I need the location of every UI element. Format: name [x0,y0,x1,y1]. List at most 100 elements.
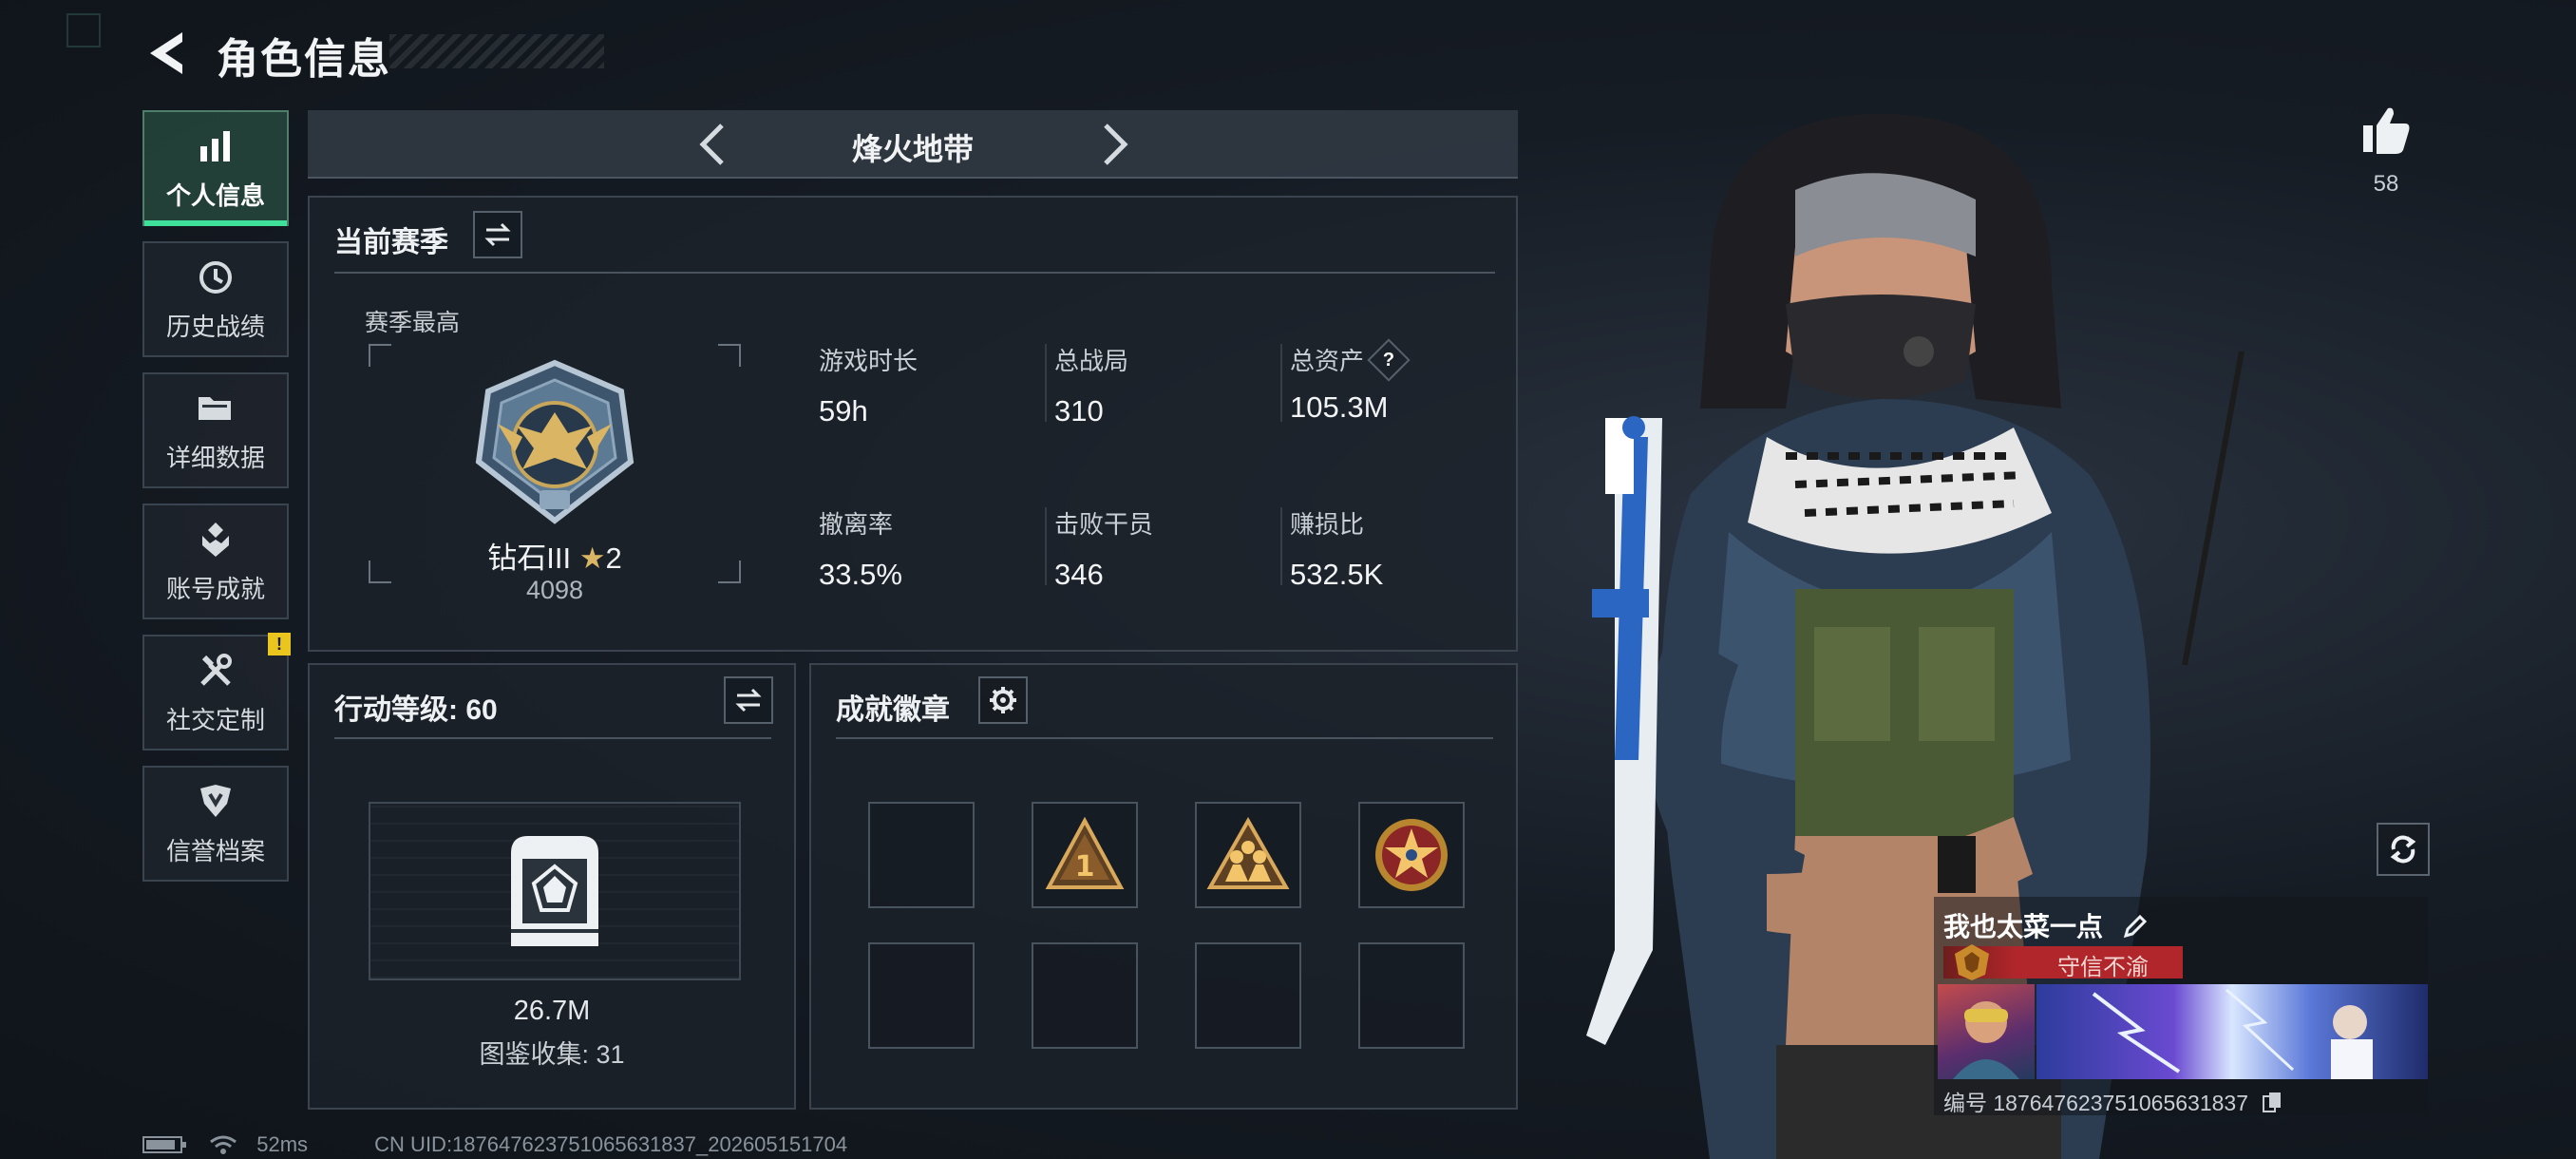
stat-label: 总战局 [1054,347,1129,375]
help-button[interactable]: ? [1367,337,1411,382]
action-level-title: 行动等级: 60 [334,694,498,726]
status-bar: 52ms CN UID:187647623751065631837_202605… [142,1132,847,1157]
swap-icon [735,688,762,712]
stat-separator [1280,507,1282,585]
shield-emblem-icon [200,784,231,817]
badge-slot-empty[interactable] [868,802,975,908]
like-button[interactable] [2359,103,2413,156]
swap-icon [484,222,511,247]
stat-separator [1045,344,1047,422]
stat-total-matches: 总战局 310 [1054,342,1128,428]
stat-total-assets: 总资产 ? 105.3M [1290,337,1411,425]
sidebar-item-label: 信誉档案 [165,836,265,865]
back-button[interactable] [141,25,190,82]
stat-value: 310 [1054,394,1104,428]
sidebar-item-label: 账号成就 [165,574,265,603]
stat-label: 总资产 [1290,347,1365,375]
sidebar-item-detail-data[interactable]: 详细数据 [142,372,289,488]
collection-display[interactable] [369,802,741,980]
stat-value: 33.5% [819,558,902,591]
sidebar-item-credit-record[interactable]: 信誉档案 [142,766,289,882]
sidebar-item-label: 个人信息 [165,180,265,210]
diamond-rank-emblem-icon [475,359,635,524]
stat-value: 105.3M [1290,390,1389,424]
player-title-ribbon: 守信不渝 [1943,944,2183,980]
player-title: 守信不渝 [2057,955,2149,980]
player-name: 我也太菜一点 [1943,906,2149,944]
switch-season-button[interactable] [473,211,522,258]
battery-icon [142,1136,186,1153]
stat-profit-loss-ratio: 赚损比 532.5K [1290,505,1383,592]
stat-separator [1280,344,1282,422]
sidebar-item-label: 社交定制 [165,705,265,734]
edit-icon[interactable] [2122,913,2149,940]
avatar-portrait-icon [1953,1001,2019,1079]
name-card-banner[interactable] [2036,984,2428,1079]
sidebar-item-label: 历史战绩 [165,312,265,341]
star-icon: ★ [578,542,606,575]
title-stripe-decoration [389,34,604,68]
rank-display: 钻石III ★2 4098 [369,344,741,604]
rank-title: 钻石III ★2 [369,534,741,577]
divider [334,737,771,739]
rank-points: 4098 [525,576,584,604]
notification-badge: ! [268,633,291,656]
season-best-label: 赛季最高 [365,310,461,336]
asset-value: 26.7M [513,996,591,1026]
player-uid-text: 编号 187647623751065631837 [1943,1091,2249,1115]
stat-extraction-rate: 撤离率 33.5% [819,505,902,592]
stat-operators-defeated: 击败干员 346 [1054,505,1153,592]
sidebar-item-history[interactable]: 历史战绩 [142,241,289,357]
ping: 52ms [256,1132,309,1156]
stat-play-time: 游戏时长 59h [819,342,918,428]
svg-text:1: 1 [1075,850,1095,884]
tools-icon [200,653,232,686]
sidebar-item-personal-info[interactable]: 个人信息 [142,110,289,226]
stat-label-row: 总资产 ? [1290,337,1411,382]
badge-slot-empty[interactable] [868,942,975,1049]
stat-value: 532.5K [1290,558,1384,591]
lightning-banner-icon [2092,988,2373,1079]
refresh-icon [2390,835,2416,864]
stat-label: 游戏时长 [819,347,919,375]
switch-level-button[interactable] [724,676,773,724]
map-selector: 烽火地带 [308,110,1518,179]
rank-stars: 2 [605,542,622,575]
stat-separator [1045,507,1047,585]
stat-label: 撤离率 [819,510,894,539]
badge-slot-empty[interactable] [1032,942,1138,1049]
clock-history-icon [199,260,232,294]
badge-slot[interactable] [1195,802,1301,908]
stat-label: 赚损比 [1290,510,1365,539]
rank-name: 钻石III [487,542,572,575]
avatar[interactable] [1938,984,2035,1079]
back-arrow-icon [150,32,182,74]
sidebar-item-label: 详细数据 [165,443,265,472]
rotate-character-button[interactable] [2377,823,2430,876]
help-icon: ? [1382,349,1395,370]
like-count: 58 [2373,171,2399,197]
achievements-title: 成就徽章 [836,694,950,726]
copy-icon[interactable] [2262,1091,2282,1113]
action-level-panel: 行动等级: 60 26.7M 图鉴收集: 31 [308,663,796,1110]
wifi-icon [210,1135,237,1154]
badge-slot-empty[interactable] [1195,942,1301,1049]
map-name: 烽火地带 [851,132,974,166]
achievement-settings-button[interactable] [978,676,1028,724]
squad-badge-icon [1206,816,1290,889]
chevron-right-icon [1104,124,1128,165]
player-name-text: 我也太菜一点 [1943,912,2104,941]
sidebar-item-social-custom[interactable]: 社交定制 ! [142,633,291,750]
frame-corner [718,344,741,367]
uid-line: CN UID:187647623751065631837_20260515170… [374,1132,848,1156]
divider [836,737,1493,739]
sidebar-item-account-achievements[interactable]: 账号成就 [142,504,289,619]
badge-slot[interactable]: 1 [1032,802,1138,908]
rank-one-badge-icon: 1 [1045,816,1125,889]
next-map-button[interactable] [1090,120,1138,169]
badge-slot[interactable] [1358,802,1465,908]
bar-chart-icon [200,130,230,162]
badge-slot-empty[interactable] [1358,942,1465,1049]
stat-label: 击败干员 [1054,510,1154,539]
achievement-icon [202,522,229,557]
